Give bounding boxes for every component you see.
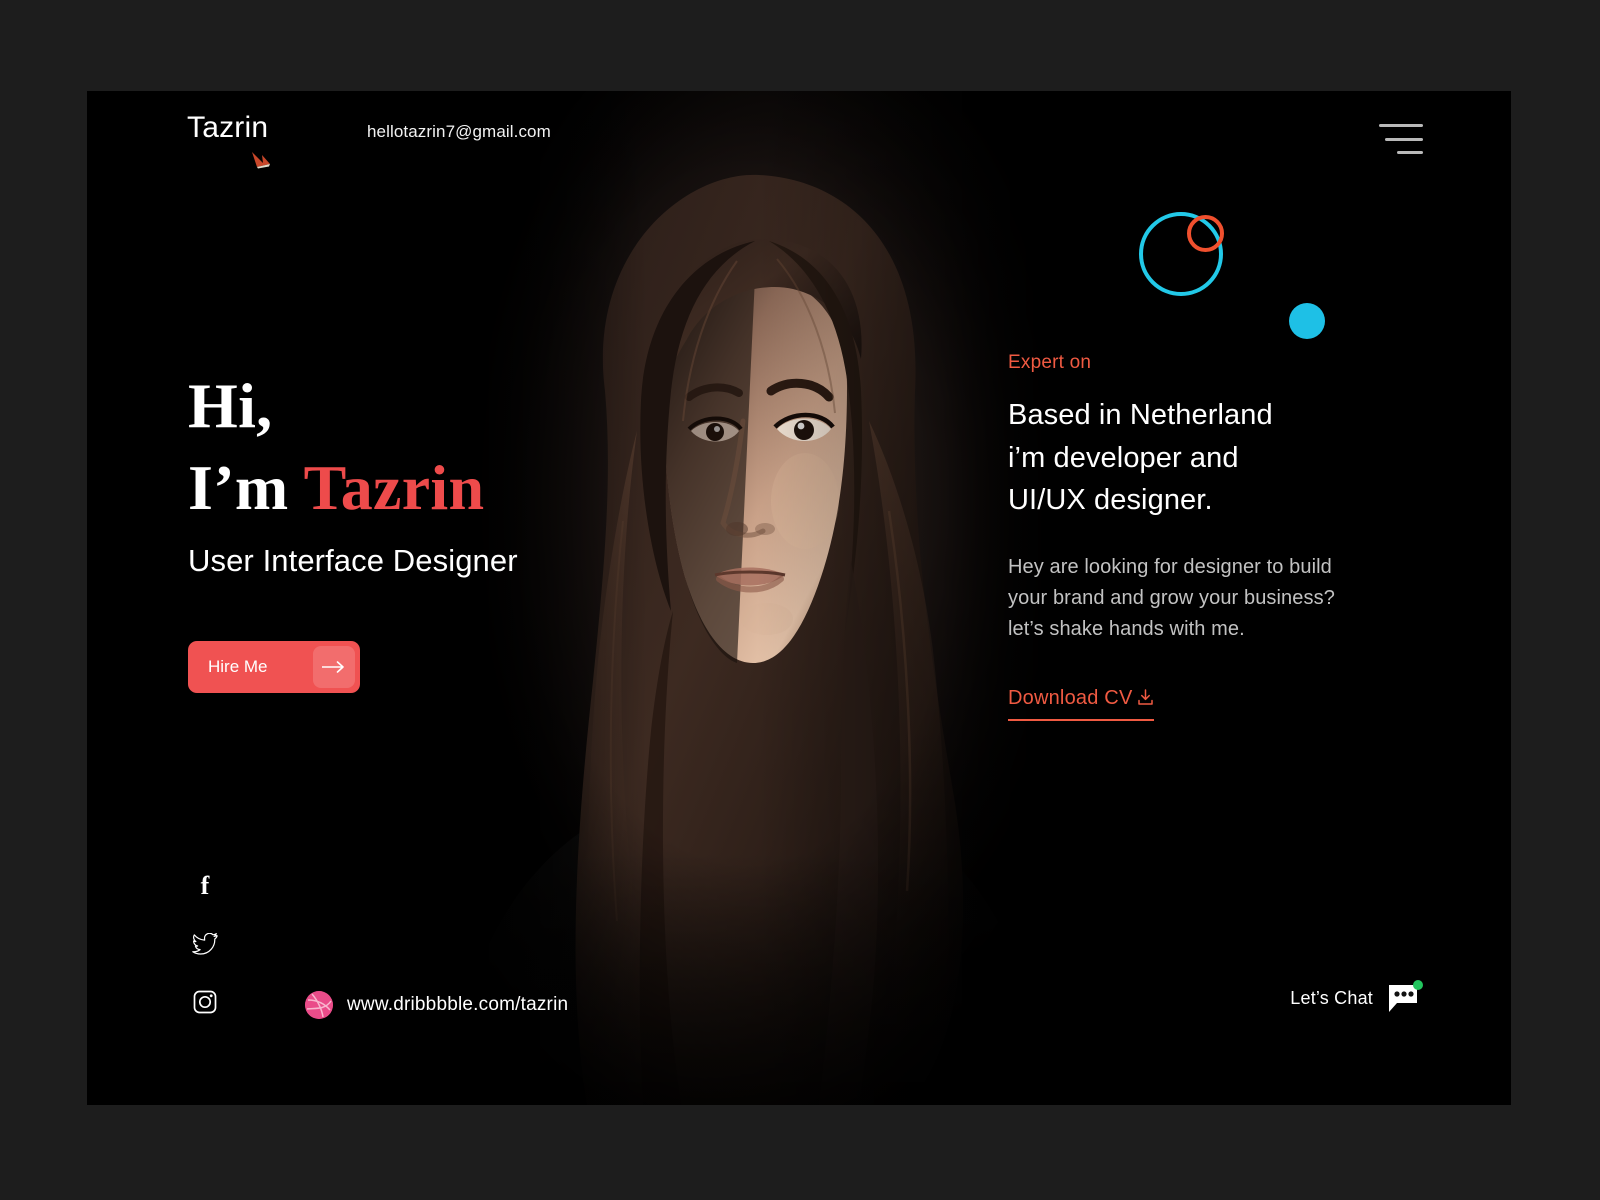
name-accent: Tazrin (303, 451, 485, 523)
intro-block: Hi, I’m Tazrin User Interface Designer H… (188, 365, 608, 693)
name-heading: I’m Tazrin (188, 447, 608, 529)
name-prefix: I’m (188, 451, 304, 523)
site-header: Tazrin hellotazrin7@gmail.com (87, 91, 1511, 201)
online-status-dot (1413, 980, 1423, 990)
hire-me-button[interactable]: Hire Me (188, 640, 360, 693)
hire-me-label: Hire Me (208, 656, 268, 676)
headline-line-2: i’m developer and (1008, 441, 1239, 474)
role-subtitle: User Interface Designer (188, 542, 518, 578)
download-cv-label: Download CV (1008, 686, 1133, 709)
cyan-ring-decoration (1139, 212, 1223, 296)
chat-widget[interactable]: Let’s Chat (1290, 980, 1423, 1013)
social-rail: f (188, 869, 222, 1043)
facebook-glyph: f (200, 871, 210, 900)
contact-email[interactable]: hellotazrin7@gmail.com (367, 122, 551, 142)
instagram-icon[interactable] (188, 985, 222, 1019)
eyebrow-label: Expert on (1008, 352, 1092, 373)
about-headline: Based in Netherland i’m developer and UI… (1008, 394, 1428, 522)
about-body: Hey are looking for designer to build yo… (1008, 552, 1428, 645)
page-root: Tazrin hellotazrin7@gmail.com Hi, I’m Ta… (0, 0, 1600, 1200)
about-block: Expert on Based in Netherland i’m develo… (1008, 352, 1428, 721)
facebook-icon[interactable]: f (188, 869, 222, 903)
download-cv-link[interactable]: Download CV (1008, 687, 1154, 721)
headline-line-3: UI/UX designer. (1008, 484, 1213, 517)
dribbble-icon (305, 991, 333, 1019)
body-line-2: your brand and grow your business? (1008, 586, 1335, 609)
body-line-1: Hey are looking for designer to build (1008, 555, 1332, 578)
chat-label: Let’s Chat (1290, 987, 1373, 1008)
orange-ring-decoration (1187, 215, 1224, 252)
chat-bubble-icon (1387, 980, 1423, 1013)
greeting-text: Hi, (188, 370, 273, 441)
brand-name: Tazrin (187, 111, 269, 144)
dribbble-url-text: www.dribbbble.com/tazrin (347, 994, 569, 1015)
download-icon (1137, 689, 1154, 712)
arrow-right-icon (313, 645, 355, 688)
headline-line-1: Based in Netherland (1008, 399, 1273, 431)
hero-card: Tazrin hellotazrin7@gmail.com Hi, I’m Ta… (87, 91, 1511, 1105)
menu-line-2 (1385, 137, 1423, 141)
cyan-dot-decoration (1289, 303, 1325, 339)
hamburger-menu-icon[interactable] (1379, 124, 1423, 154)
brand-logo[interactable]: Tazrin (187, 111, 270, 169)
body-line-3: let’s shake hands with me. (1008, 617, 1245, 640)
dribbble-link[interactable]: www.dribbbble.com/tazrin (305, 991, 568, 1019)
twitter-icon[interactable] (188, 927, 222, 961)
menu-line-1 (1379, 124, 1423, 127)
menu-line-3 (1397, 151, 1423, 154)
arrow-swoosh-icon (248, 149, 274, 169)
